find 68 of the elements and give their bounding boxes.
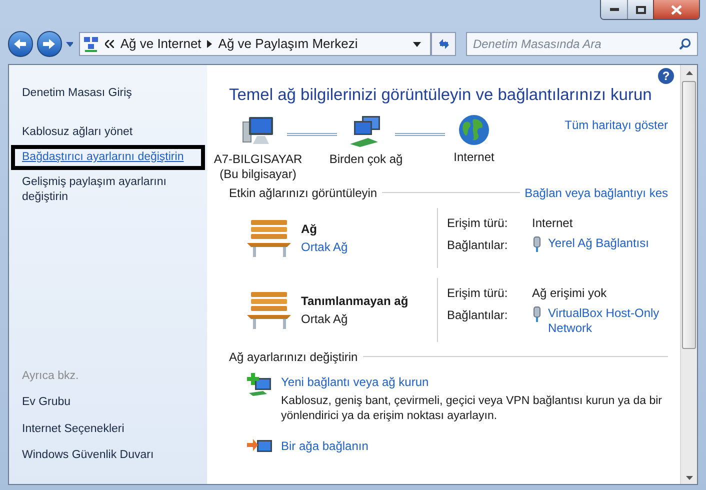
- network-category-link[interactable]: Ortak Ağ: [301, 238, 348, 256]
- help-button[interactable]: ?: [658, 68, 674, 84]
- new-connection-icon: [247, 372, 273, 397]
- forward-arrow-icon: [42, 38, 56, 50]
- breadcrumb-arrow-icon: [207, 40, 212, 48]
- close-icon: [671, 4, 682, 14]
- sidebar-link[interactable]: Windows Güvenlik Duvarı: [22, 446, 194, 464]
- show-map-link[interactable]: Tüm haritayı göster: [564, 116, 668, 134]
- dropdown-caret-icon: [413, 42, 422, 46]
- connection-link[interactable]: VirtualBox Host-Only Network: [548, 306, 668, 336]
- breadcrumb[interactable]: Ağ ve Paylaşım Merkezi: [218, 34, 358, 54]
- adapter-icon: [532, 306, 542, 322]
- maximize-icon: [636, 6, 646, 14]
- connection-link[interactable]: Yerel Ağ Bağlantısı: [548, 236, 668, 251]
- map-node-label: Internet: [454, 150, 494, 165]
- connections-label: Bağlantılar:: [447, 306, 509, 324]
- scroll-down-icon: [686, 476, 692, 480]
- connect-network-icon: [247, 436, 273, 453]
- connection-line: [395, 132, 445, 136]
- scrollbar[interactable]: [680, 65, 697, 484]
- refresh-button[interactable]: [431, 32, 456, 56]
- sidebar-link[interactable]: Internet Seçenekleri: [22, 420, 194, 438]
- task-description: Kablosuz, geniş bant, çevirmeli, geçici veya VPN bağlantısı kurun ya da bir yönlendirici ya da erişim noktası ayarlayın.: [281, 394, 663, 424]
- address-bar[interactable]: Ağ ve Internet Ağ ve Paylaşım Merkezi: [79, 32, 432, 56]
- bench-icon: [245, 218, 293, 258]
- forward-button[interactable]: [36, 31, 62, 57]
- network-name: Ağ: [301, 220, 318, 238]
- access-type-value: Internet: [532, 214, 574, 232]
- sidebar-link[interactable]: Kablosuz ağları yönet: [22, 125, 194, 140]
- map-node-label: Birden çok ağ: [329, 152, 403, 167]
- map-node-sublabel: (Bu bilgisayar): [220, 166, 296, 182]
- network-folder-icon: [83, 36, 100, 52]
- scroll-up-icon: [686, 71, 692, 75]
- adapter-icon: [532, 236, 542, 252]
- back-arrow-icon: [13, 38, 28, 50]
- section-heading: Etkin ağlarınızı görüntüleyin: [229, 184, 378, 202]
- see-also-heading: Ayrıca bkz.: [22, 369, 80, 384]
- search-input[interactable]: Denetim Masasında Ara: [472, 35, 680, 53]
- task-link[interactable]: Bir ağa bağlanın: [281, 436, 368, 455]
- search-field[interactable]: Denetim Masasında Ara: [466, 32, 698, 56]
- minimize-button[interactable]: [601, 0, 627, 19]
- close-button[interactable]: [653, 0, 699, 19]
- maximize-button[interactable]: [627, 0, 653, 19]
- connection-line: [287, 132, 337, 136]
- page-title: Temel ağ bilgilerinizi görüntüleyin ve bağlantılarınızı kurun: [229, 85, 653, 106]
- breadcrumb[interactable]: Ağ ve Internet: [120, 34, 202, 54]
- access-type-label: Erişim türü:: [447, 284, 509, 302]
- search-icon: [679, 38, 692, 50]
- dropdown-caret-icon: [66, 42, 74, 46]
- access-type-label: Erişim türü:: [447, 214, 509, 232]
- connections-label: Bağlantılar:: [447, 236, 509, 254]
- sidebar-link[interactable]: Denetim Masası Giriş: [22, 86, 194, 101]
- overflow-chevrons-icon: [105, 40, 114, 48]
- connect-disconnect-link[interactable]: Bağlan veya bağlantıyı kes: [524, 184, 668, 202]
- section-heading: Ağ ayarlarınızı değiştirin: [229, 348, 358, 366]
- map-node-label: A7-BILGISAYAR: [214, 152, 302, 167]
- scrollbar-thumb[interactable]: [682, 81, 696, 349]
- back-button[interactable]: [8, 31, 33, 57]
- access-type-value: Ağ erişimi yok: [532, 284, 608, 302]
- network-name: Tanımlanmayan ağ: [301, 292, 408, 310]
- globe-icon: [458, 114, 490, 146]
- network-category: Ortak Ağ: [301, 310, 349, 328]
- bench-icon: [245, 290, 293, 330]
- task-link[interactable]: Yeni bağlantı veya ağ kurun: [281, 372, 691, 391]
- sidebar-link[interactable]: Ev Grubu: [22, 394, 194, 412]
- minimize-icon: [610, 8, 618, 11]
- sidebar-link[interactable]: Gelişmiş paylaşım ayarlarını değiştirin: [22, 175, 194, 205]
- refresh-icon: [436, 37, 451, 51]
